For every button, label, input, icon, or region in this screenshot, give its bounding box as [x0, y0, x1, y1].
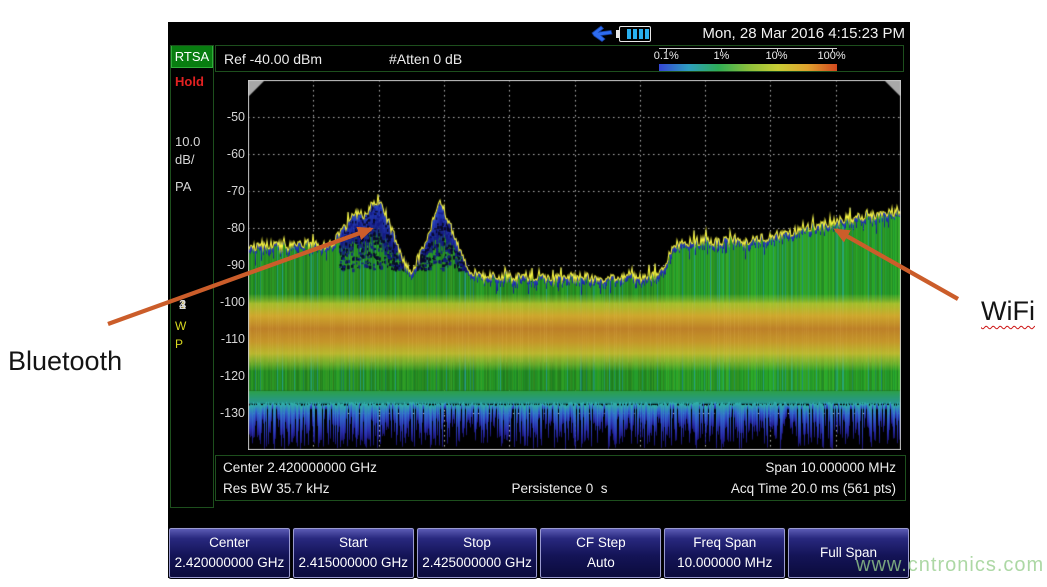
trace-number: 4: [179, 297, 189, 312]
density-legend-gradient-bar: [659, 64, 837, 71]
density-legend: 0.1% 1% 10% 100%: [653, 47, 843, 71]
ref-level-label: Ref -40.00 dBm: [224, 51, 322, 67]
instrument-screen: Mon, 28 Mar 2016 4:15:23 PM RTSA Ref -40…: [168, 22, 910, 578]
density-legend-label: 0.1%: [654, 50, 679, 62]
atten-label: #Atten 0 dB: [389, 51, 462, 67]
trace-detector-label: W: [175, 319, 186, 333]
res-bw-label: Res BW 35.7 kHz: [223, 481, 447, 496]
battery-bar: [633, 29, 637, 39]
density-legend-rule: [659, 48, 837, 49]
y-axis-label: -130: [214, 405, 245, 421]
battery-terminal: [616, 30, 619, 38]
center-freq-label: Center 2.420000000 GHz: [223, 460, 447, 475]
softkey-value: 2.420000000 GHz: [175, 554, 285, 572]
status-datetime: Mon, 28 Mar 2016 4:15:23 PM: [702, 25, 905, 42]
watermark: www.cntronics.com: [856, 554, 1044, 577]
softkey-value: 10.000000 MHz: [677, 554, 772, 572]
acq-time-label: Acq Time 20.0 ms (561 pts): [672, 481, 896, 496]
info-bar: Center 2.420000000 GHz Span 10.000000 MH…: [215, 455, 906, 501]
touch-cursor-icon: [590, 25, 613, 42]
wifi-callout-label: WiFi: [981, 296, 1035, 327]
softkey-label: Center: [209, 534, 250, 552]
battery-icon: [619, 26, 651, 42]
left-status-panel: Hold 10.0 dB/ PA 1234 W P: [170, 45, 214, 508]
sweep-status-hold: Hold: [175, 74, 204, 89]
y-axis-label: -120: [214, 368, 245, 384]
battery-cells: [627, 28, 649, 40]
density-legend-label: 100%: [818, 50, 846, 62]
density-legend-label: 10%: [765, 50, 787, 62]
softkey-row: Center 2.420000000 GHz Start 2.415000000 GH…: [169, 528, 909, 578]
scale-unit-label: dB/: [175, 152, 195, 167]
bluetooth-callout-label: Bluetooth: [8, 346, 122, 377]
softkey-start[interactable]: Start 2.415000000 GHz: [293, 528, 414, 578]
softkey-label: Start: [339, 534, 368, 552]
softkey-value: 2.425000000 GHz: [422, 554, 532, 572]
battery-bar: [645, 29, 649, 39]
settings-bar: Ref -40.00 dBm #Atten 0 dB 0.1% 1% 10% 100%: [215, 45, 904, 72]
softkey-label: Freq Span: [693, 534, 756, 552]
battery-bar: [627, 29, 631, 39]
softkey-center[interactable]: Center 2.420000000 GHz: [169, 528, 290, 578]
spectrum-canvas: [248, 80, 901, 450]
softkey-freq-span[interactable]: Freq Span 10.000000 MHz: [664, 528, 785, 578]
softkey-stop[interactable]: Stop 2.425000000 GHz: [417, 528, 538, 578]
y-axis-label: -110: [214, 331, 245, 347]
density-legend-label: 1%: [713, 50, 729, 62]
persistence-label: Persistence 0 s: [447, 481, 671, 496]
softkey-value: Auto: [587, 554, 615, 572]
span-label: Span 10.000000 MHz: [672, 460, 896, 475]
scale-label: 10.0: [175, 134, 200, 149]
battery-bar: [639, 29, 643, 39]
y-axis-label: -50: [214, 109, 245, 125]
status-bar: Mon, 28 Mar 2016 4:15:23 PM: [168, 22, 910, 45]
softkey-value: 2.415000000 GHz: [298, 554, 408, 572]
y-axis-label: -70: [214, 183, 245, 199]
softkey-cf-step[interactable]: CF Step Auto: [540, 528, 661, 578]
preamp-label: PA: [175, 179, 191, 194]
y-axis-label: -100: [214, 294, 245, 310]
y-axis-label: -80: [214, 220, 245, 236]
softkey-label: Stop: [463, 534, 491, 552]
trace-mode-label: P: [175, 337, 183, 351]
y-axis-label: -60: [214, 146, 245, 162]
softkey-label: CF Step: [576, 534, 626, 552]
y-axis-label: -90: [214, 257, 245, 273]
